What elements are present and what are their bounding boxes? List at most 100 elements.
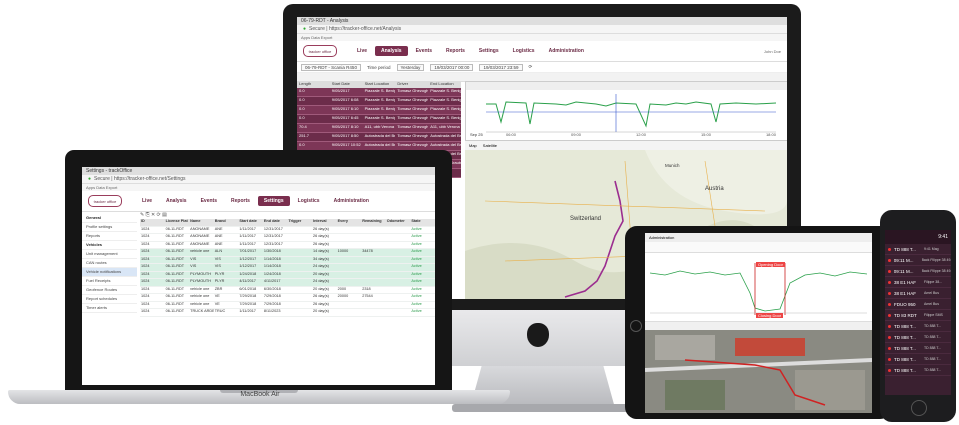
column-header[interactable]: Trigger: [287, 219, 312, 226]
grid-row[interactable]: 1024 06-11-RDT TRUCK ARDENIATRUC 1/11/2017 8…: [140, 309, 435, 317]
column-header[interactable]: Length: [297, 81, 330, 88]
nav-item-reports[interactable]: Reports: [225, 196, 256, 206]
column-header[interactable]: Name: [189, 219, 214, 226]
address-bar[interactable]: ● Secure | https://tracker-office.net/An…: [297, 25, 787, 34]
column-header[interactable]: Remaining: [361, 219, 386, 226]
satellite-tab[interactable]: Satellite: [483, 143, 497, 148]
column-header[interactable]: Brand: [214, 219, 239, 226]
table-row[interactable]: 0.0 9/05/2017 6:45 Piazzale S. BenignoToma…: [297, 115, 461, 124]
speed-chart[interactable]: Sep 25 06:00 09:00 12:00 15:00 18:00: [465, 81, 787, 141]
grid-row[interactable]: 1024 06-11-RDT ANONAME ANE 1/11/2017 12/31/20…: [140, 234, 435, 242]
sidebar-item[interactable]: Reports: [82, 232, 137, 241]
from-date-input[interactable]: 19/03/2017 00:00: [430, 63, 474, 71]
phone-list-item[interactable]: TD 888 T... TD 888 T...: [885, 354, 951, 365]
sidebar-item[interactable]: Geofence Routes: [82, 286, 137, 295]
ipad-satellite-map[interactable]: [645, 330, 872, 413]
phone-list-item[interactable]: TD 888 T... TD 888 T...: [885, 321, 951, 332]
column-header[interactable]: Start Date: [330, 81, 363, 88]
column-header[interactable]: State: [410, 219, 435, 226]
ipad-home-button[interactable]: [630, 320, 642, 332]
phone-list-item[interactable]: 38 E1 HAF Filippe 38...: [885, 277, 951, 288]
browser-tab[interactable]: 06-79-RDT - Analysis: [301, 18, 348, 24]
grid-row[interactable]: 1024 06-11-RDT vehicle one VE 7/29/2018 7/29/…: [140, 302, 435, 309]
nav-item-reports[interactable]: Reports: [440, 46, 471, 56]
nav-item-events[interactable]: Events: [410, 46, 438, 56]
bookmarks-text[interactable]: Apps Data Export: [301, 35, 332, 40]
ipad-tab[interactable]: Administration: [649, 235, 674, 240]
column-header[interactable]: Start Location: [363, 81, 396, 88]
browser-tab[interactable]: Settings - trackOffice: [86, 168, 132, 174]
phone-list-item[interactable]: 38 E1 HAF Amel Bus: [885, 288, 951, 299]
grid-row[interactable]: 1024 06-11-RDT PLYMOUTH PLYR 1/24/2018 1/24/2…: [140, 271, 435, 279]
refresh-icon[interactable]: ⟳: [529, 64, 533, 70]
vehicle-info: Back Filippe 38 49...: [921, 269, 951, 273]
column-header[interactable]: Start date: [238, 219, 263, 226]
nav-item-settings[interactable]: Settings: [473, 46, 505, 56]
nav-item-events[interactable]: Events: [195, 196, 223, 206]
nav-item-logistics[interactable]: Logistics: [507, 46, 541, 56]
table-row[interactable]: 0.0 9/05/2017 6:10 Piazzale S. BenignoToma…: [297, 106, 461, 115]
sidebar-item[interactable]: Report schedules: [82, 295, 137, 304]
phone-list-item[interactable]: TD 83 RDT Filippe SMS: [885, 310, 951, 321]
column-header[interactable]: End date: [263, 219, 288, 226]
address-bar[interactable]: ● Secure | https://tracker-office.net/Se…: [82, 175, 435, 184]
phone-list-item[interactable]: TD 888 T... TD 888 T...: [885, 365, 951, 376]
grid-cell: 06-11-RDT: [165, 279, 185, 283]
nav-item-live[interactable]: Live: [351, 46, 373, 56]
grid-row[interactable]: 1024 06-11-RDT VIS VIS 1/12/2017 1/14/2018 34 …: [140, 256, 435, 264]
nav-item-settings[interactable]: Settings: [257, 196, 290, 206]
grid-row[interactable]: 1024 06-11-RDT VIS VIS 1/12/2017 1/14/2018 24 …: [140, 264, 435, 272]
table-cell: 0.0: [299, 115, 305, 120]
column-header[interactable]: ID: [140, 219, 165, 226]
column-header[interactable]: Odometer: [386, 219, 411, 226]
nav-item-administration[interactable]: Administration: [328, 196, 375, 206]
map-tab[interactable]: Map: [469, 143, 477, 148]
sidebar-item[interactable]: CAN routes: [82, 259, 137, 268]
bookmarks-text[interactable]: Apps Data Export: [86, 185, 117, 190]
column-header[interactable]: License Plat: [165, 219, 190, 226]
to-date-input[interactable]: 19/03/2017 23:59: [479, 63, 523, 71]
table-cell: Tomasz Ghezoghe: [397, 97, 429, 102]
phone-list-item[interactable]: TD 888 T... TD 888 T...: [885, 332, 951, 343]
grid-row[interactable]: 1024 06-11-RDT vehicle one ZBR 6/01/2018 6/30…: [140, 287, 435, 294]
table-row[interactable]: 0.0 9/05/2017 Piazzale S. BenignoTomasz Gh…: [297, 88, 461, 97]
grid-cell: ANE: [214, 241, 223, 246]
nav-item-analysis[interactable]: Analysis: [160, 196, 193, 206]
table-row[interactable]: 251.7 9/05/2017 8:50 Autostrada del Bre Tom…: [297, 133, 461, 142]
sidebar-item[interactable]: Vehicle notifications: [82, 268, 137, 277]
phone-list-item[interactable]: TD 888 T... 9:41 Mag: [885, 244, 951, 255]
grid-cell: [287, 302, 312, 309]
grid-row[interactable]: 1024 06-11-RDT vehicle one ALN 7/01/2017 1/30…: [140, 249, 435, 257]
table-cell: Piazzale S. Benigno: [430, 115, 461, 120]
sidebar-item[interactable]: Fuel Receipts: [82, 277, 137, 286]
sidebar-item[interactable]: Profile settings: [82, 223, 137, 232]
phone-list-item[interactable]: 09:11 M... Back Filippe 38 49...: [885, 266, 951, 277]
tracker-office-logo[interactable]: tracker office: [88, 195, 122, 207]
nav-item-administration[interactable]: Administration: [543, 46, 590, 56]
sidebar-item[interactable]: Unit management: [82, 250, 137, 259]
table-row[interactable]: 70.4 9/05/2017 8:10 A11, ubb Verona Tomasz …: [297, 124, 461, 133]
phone-list-item[interactable]: FDUO 950 Amel Bus: [885, 299, 951, 310]
table-row[interactable]: 0.0 9/05/2017 6:08 Piazzale S. BenignoToma…: [297, 97, 461, 106]
period-select[interactable]: Yesterday: [396, 63, 425, 71]
column-header[interactable]: Interval: [312, 219, 337, 226]
nav-item-analysis[interactable]: Analysis: [375, 46, 408, 56]
column-header[interactable]: Driver: [395, 81, 428, 88]
phone-list-item[interactable]: 09:11 M... Back Filippe 38 49...: [885, 255, 951, 266]
sidebar-item[interactable]: Timer alerts: [82, 304, 137, 313]
user-name[interactable]: John Doe: [764, 49, 781, 54]
grid-row[interactable]: 1024 06-11-RDT PLYMOUTH PLYR 4/11/2017 4/11/2…: [140, 279, 435, 287]
column-header[interactable]: End Location: [428, 81, 461, 88]
grid-row[interactable]: 1024 06-11-RDT vehicle one VE 7/29/2018 7/29/…: [140, 294, 435, 302]
grid-row[interactable]: 1024 06-11-RDT ANONAME ANE 1/11/2017 12/31/20…: [140, 241, 435, 249]
grid-cell: [337, 257, 362, 264]
tracker-office-logo[interactable]: tracker office: [303, 45, 337, 57]
phone-list-item[interactable]: TD 888 T... TD 888 T...: [885, 343, 951, 354]
grid-toolbar-icons[interactable]: ✎ ⎘ ✕ ⟳ ▤: [140, 212, 167, 218]
nav-item-logistics[interactable]: Logistics: [292, 196, 326, 206]
phone-home-button[interactable]: [911, 400, 927, 416]
nav-item-live[interactable]: Live: [136, 196, 158, 206]
grid-row[interactable]: 1024 06-11-RDT ANONAME ANE 1/11/2017 12/31/20…: [140, 227, 435, 234]
column-header[interactable]: Every: [337, 219, 362, 226]
vehicle-select[interactable]: 06-79-RDT - Scania R450: [301, 63, 361, 71]
